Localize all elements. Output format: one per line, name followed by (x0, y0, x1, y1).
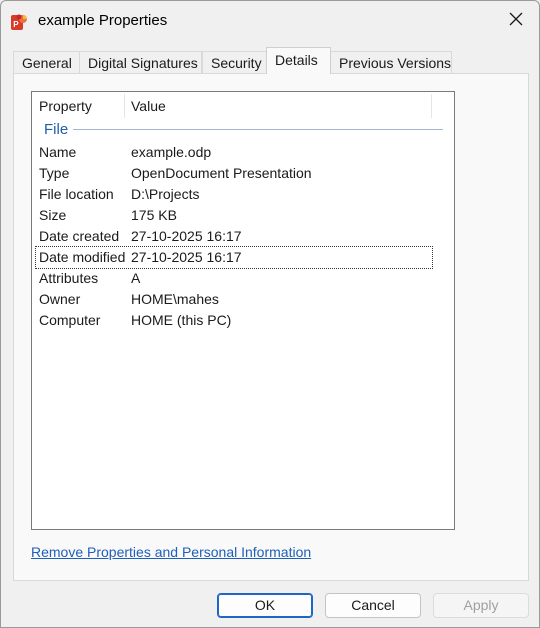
property-name: Computer (39, 312, 101, 328)
cancel-button[interactable]: Cancel (325, 593, 421, 618)
svg-text:P: P (13, 20, 19, 29)
ok-button[interactable]: OK (217, 593, 313, 618)
tab-security[interactable]: Security (202, 51, 267, 73)
tab-label: Security (211, 55, 262, 71)
tab-previous-versions[interactable]: Previous Versions (330, 51, 452, 73)
impress-presentation-icon: P (10, 12, 30, 32)
property-value: D:\Projects (131, 186, 200, 202)
table-row[interactable]: Date created 27-10-2025 16:17 (36, 226, 432, 247)
property-name: File location (39, 186, 114, 202)
property-value: 175 KB (131, 207, 177, 223)
property-value: OpenDocument Presentation (131, 165, 312, 181)
window-title: example Properties (38, 12, 168, 29)
tab-label: Details (275, 52, 318, 68)
table-row[interactable]: Computer HOME (this PC) (36, 310, 432, 331)
table-row[interactable]: Size 175 KB (36, 205, 432, 226)
tab-label: Previous Versions (339, 55, 452, 71)
details-panel: Property Value File Name example.odp Typ… (13, 73, 529, 581)
apply-button[interactable]: Apply (433, 593, 529, 618)
property-name: Size (39, 207, 67, 223)
table-row[interactable]: File location D:\Projects (36, 184, 432, 205)
details-list[interactable]: Property Value File Name example.odp Typ… (31, 91, 455, 530)
tab-digital-signatures[interactable]: Digital Signatures (79, 51, 202, 73)
table-row-selected[interactable]: Date modified 27-10-2025 16:17 (35, 246, 433, 269)
column-separator[interactable] (431, 94, 432, 118)
close-icon (509, 12, 523, 29)
property-value: example.odp (131, 144, 212, 160)
property-name: Owner (39, 291, 81, 307)
property-value: HOME\mahes (131, 291, 219, 307)
remove-properties-link[interactable]: Remove Properties and Personal Informati… (31, 544, 311, 560)
tab-details[interactable]: Details (266, 47, 331, 74)
column-separator[interactable] (124, 94, 125, 118)
property-value: 27-10-2025 16:17 (131, 228, 242, 244)
table-row[interactable]: Owner HOME\mahes (36, 289, 432, 310)
column-header-value[interactable]: Value (131, 94, 166, 118)
column-header-property[interactable]: Property (39, 94, 92, 118)
properties-dialog: P example Properties General Digital Sig… (0, 0, 540, 628)
tab-label: General (22, 55, 72, 71)
property-name: Date created (39, 228, 120, 244)
tab-label: Digital Signatures (88, 55, 198, 71)
group-divider (73, 129, 443, 130)
property-name: Type (39, 165, 70, 181)
property-name: Name (39, 144, 77, 160)
property-name: Date modified (39, 249, 126, 265)
table-row[interactable]: Name example.odp (36, 142, 432, 163)
property-value: A (131, 270, 141, 286)
table-row[interactable]: Attributes A (36, 268, 432, 289)
close-button[interactable] (493, 1, 539, 39)
property-name: Attributes (39, 270, 99, 286)
table-row[interactable]: Type OpenDocument Presentation (36, 163, 432, 184)
title-bar[interactable]: P example Properties (1, 1, 539, 41)
property-value: HOME (this PC) (131, 312, 232, 328)
property-value: 27-10-2025 16:17 (131, 249, 242, 265)
group-label-file[interactable]: File (44, 121, 68, 138)
tab-general[interactable]: General (13, 51, 83, 73)
